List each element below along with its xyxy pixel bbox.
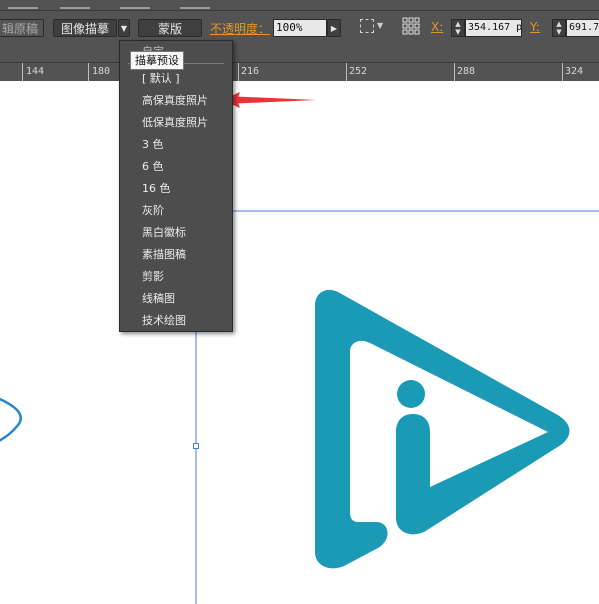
ruler-tick — [22, 63, 23, 81]
menu-item-line-art[interactable]: 线稿图 — [142, 290, 175, 306]
trace-preset-dropdown-button[interactable]: ▼ — [118, 19, 130, 37]
menu-fragment — [180, 0, 210, 9]
artboard-canvas[interactable] — [0, 81, 599, 604]
logo-dot — [397, 380, 425, 408]
x-input[interactable]: 354.167 p — [465, 19, 522, 37]
mask-button[interactable]: 蒙版 — [138, 19, 202, 37]
arrow-shaft — [236, 96, 316, 104]
trace-preset-tooltip: 描摹预设 — [130, 51, 184, 70]
x-label[interactable]: X: — [431, 20, 443, 34]
y-input[interactable]: 691.7 — [566, 19, 599, 37]
selection-handle — [193, 443, 199, 449]
menu-item-silhouettes[interactable]: 剪影 — [142, 268, 164, 284]
opacity-input[interactable]: 100% — [273, 19, 327, 37]
control-toolbar: 辑原稿 图像描摹 ▼ 蒙版 不透明度： 100% ▶ ▼ X: ▲ ▼ 354.1… — [0, 10, 599, 63]
menu-item-6-colors[interactable]: 6 色 — [142, 158, 164, 174]
logo-play-shape — [315, 289, 570, 569]
opacity-label[interactable]: 不透明度： — [210, 20, 270, 37]
chevron-down-icon[interactable]: ▼ — [377, 21, 383, 30]
menu-item-grayscale[interactable]: 灰阶 — [142, 202, 164, 218]
ruler-tick — [562, 63, 563, 81]
menu-fragment — [120, 0, 150, 9]
menu-fragment — [60, 0, 90, 9]
horizontal-ruler[interactable]: 144 180 216 252 288 324 — [0, 62, 599, 82]
menu-fragment — [8, 0, 38, 9]
menu-item-high-fidelity-photo[interactable]: 高保真度照片 — [142, 92, 208, 108]
chevron-down-icon: ▼ — [120, 24, 128, 33]
edit-original-button[interactable]: 辑原稿 — [0, 19, 44, 37]
menu-item-technical-drawing[interactable]: 技术绘图 — [142, 312, 186, 328]
ruler-tick — [238, 63, 239, 81]
opacity-dropdown-button[interactable]: ▶ — [327, 19, 341, 37]
ruler-label: 216 — [241, 66, 260, 77]
partial-shape-outline — [0, 397, 22, 442]
menu-item-default[interactable]: [ 默认 ] — [142, 70, 180, 86]
ruler-tick — [88, 63, 89, 81]
image-trace-button[interactable]: 图像描摹 — [53, 19, 117, 37]
menu-item-low-fidelity-photo[interactable]: 低保真度照片 — [142, 114, 208, 130]
menu-item-sketched-art[interactable]: 素描图稿 — [142, 246, 186, 262]
menu-item-black-white-logo[interactable]: 黑白徽标 — [142, 224, 186, 240]
ruler-tick — [454, 63, 455, 81]
menu-item-16-colors[interactable]: 16 色 — [142, 180, 171, 196]
menu-bar — [0, 0, 599, 10]
ruler-label: 144 — [26, 66, 45, 77]
ruler-label: 288 — [457, 66, 476, 77]
ruler-label: 324 — [565, 66, 584, 77]
y-stepper[interactable]: ▲ ▼ — [552, 19, 566, 37]
chevron-right-icon: ▶ — [330, 24, 338, 33]
ruler-tick — [346, 63, 347, 81]
y-label[interactable]: Y: — [530, 20, 540, 34]
canvas-artwork — [0, 92, 599, 604]
ruler-label: 180 — [92, 66, 111, 77]
reference-point-icon[interactable] — [402, 17, 420, 35]
align-icon[interactable] — [360, 19, 374, 33]
menu-item-3-colors[interactable]: 3 色 — [142, 136, 164, 152]
trace-preset-menu: 自定 [ 默认 ] 高保真度照片 低保真度照片 3 色 6 色 16 色 灰阶 … — [119, 40, 233, 332]
ruler-label: 252 — [349, 66, 368, 77]
x-stepper[interactable]: ▲ ▼ — [451, 19, 465, 37]
